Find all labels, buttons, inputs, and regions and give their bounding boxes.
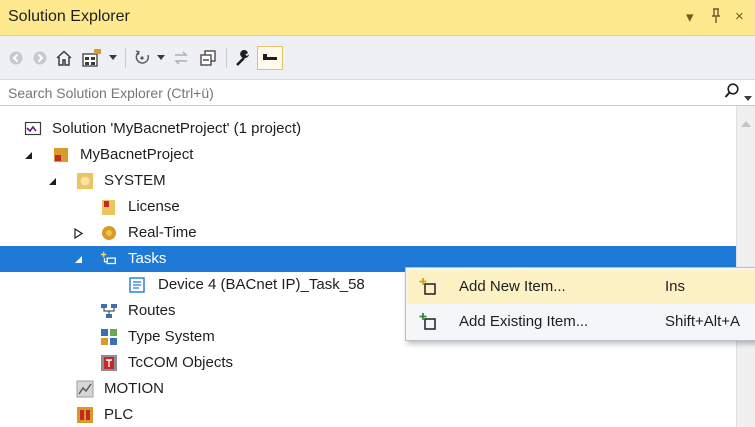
tree-item-label: Solution 'MyBacnetProject' (1 project) (52, 120, 302, 137)
tree-item-label: PLC (104, 406, 134, 423)
tree-item-label: Real-Time (128, 224, 197, 241)
context-menu: Add New Item... Ins Add Existing Item...… (405, 267, 755, 341)
preview-selected-items-icon[interactable] (257, 46, 283, 70)
menu-item-shortcut: Shift+Alt+A (665, 313, 741, 330)
tree-item-label: License (128, 198, 180, 215)
tree-item-label: Routes (128, 302, 176, 319)
tree-item-realtime[interactable]: Real-Time (0, 220, 736, 246)
properties-icon[interactable] (232, 46, 254, 70)
back-icon[interactable] (6, 46, 26, 70)
tree-item-solution[interactable]: Solution 'MyBacnetProject' (1 project) (0, 116, 736, 142)
menu-item-shortcut: Ins (665, 278, 686, 295)
switch-views-icon[interactable] (80, 46, 104, 70)
close-icon[interactable]: × (735, 8, 744, 25)
solution-explorer-titlebar: Solution Explorer ▾ × (0, 0, 755, 36)
menu-item-label: Add Existing Item... (459, 313, 589, 330)
toolbar-separator (226, 48, 227, 68)
expanded-arrow-icon[interactable] (46, 175, 58, 187)
tree-item-label: Tasks (128, 250, 167, 267)
panel-title: Solution Explorer (8, 8, 130, 25)
tree-item-label: SYSTEM (104, 172, 166, 189)
plc-icon (76, 406, 94, 424)
task-icon (128, 276, 146, 294)
filter-dropdown-icon[interactable] (155, 46, 167, 70)
tasks-icon (100, 250, 118, 268)
menu-item-add-existing-item[interactable]: Add Existing Item... Shift+Alt+A (407, 305, 755, 339)
expanded-arrow-icon[interactable] (72, 253, 84, 265)
search-icon[interactable] (724, 82, 740, 104)
add-existing-item-icon (419, 313, 437, 331)
project-icon (52, 146, 70, 164)
collapsed-arrow-icon[interactable] (72, 227, 84, 239)
solution-explorer-toolbar (0, 36, 755, 80)
search-bar (0, 80, 755, 106)
scroll-up-icon[interactable] (741, 114, 751, 131)
license-icon (100, 198, 118, 216)
tree-item-license[interactable]: License (0, 194, 736, 220)
search-input[interactable] (6, 82, 710, 104)
tree-item-plc[interactable]: PLC (0, 402, 736, 427)
routes-icon (100, 302, 118, 320)
search-options-dropdown-icon[interactable] (744, 89, 752, 106)
tree-item-label: Type System (128, 328, 215, 345)
tree-item-motion[interactable]: MOTION (0, 376, 736, 402)
tree-item-project[interactable]: MyBacnetProject (0, 142, 736, 168)
system-icon (76, 172, 94, 190)
home-icon[interactable] (53, 46, 75, 70)
collapse-all-icon[interactable] (197, 46, 219, 70)
menu-item-label: Add New Item... (459, 278, 566, 295)
pin-icon[interactable] (710, 8, 722, 28)
menu-item-add-new-item[interactable]: Add New Item... Ins (407, 270, 755, 304)
realtime-icon (100, 224, 118, 242)
solution-icon (24, 120, 42, 138)
panel-menu-dropdown-icon[interactable]: ▾ (686, 8, 694, 26)
sync-icon[interactable] (170, 46, 192, 70)
tree-item-label: Device 4 (BACnet IP)_Task_58 (158, 276, 365, 293)
tccom-icon (100, 354, 118, 372)
pending-changes-filter-icon[interactable] (131, 46, 153, 70)
switch-views-dropdown-icon[interactable] (107, 46, 119, 70)
type-system-icon (100, 328, 118, 346)
tree-item-system[interactable]: SYSTEM (0, 168, 736, 194)
toolbar-separator (125, 48, 126, 68)
forward-icon[interactable] (30, 46, 50, 70)
tree-item-tccom-objects[interactable]: TcCOM Objects (0, 350, 736, 376)
expanded-arrow-icon[interactable] (22, 149, 34, 161)
motion-icon (76, 380, 94, 398)
tree-item-label: TcCOM Objects (128, 354, 234, 371)
tree-item-label: MOTION (104, 380, 164, 397)
add-new-item-icon (419, 278, 437, 296)
tree-item-label: MyBacnetProject (80, 146, 194, 163)
